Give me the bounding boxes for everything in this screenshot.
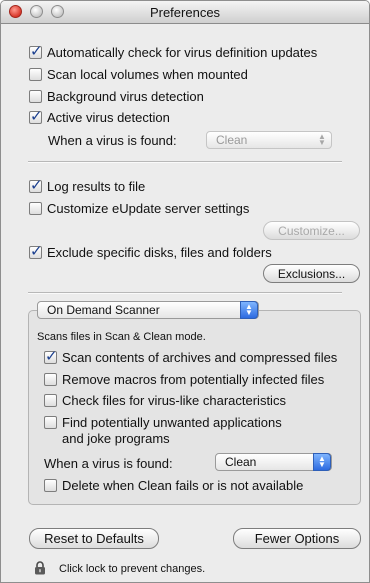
unwanted-apps-label: Find potentially unwanted applications [62,415,282,430]
background-detection-checkbox[interactable] [29,90,42,103]
exclusions-button[interactable]: Exclusions... [263,264,360,283]
customize-eupdate-option[interactable]: Customize eUpdate server settings [29,201,249,216]
auto-check-updates-option[interactable]: Automatically check for virus definition… [29,42,318,60]
background-detection-label: Background virus detection [47,89,204,104]
scan-local-volumes-option[interactable]: Scan local volumes when mounted [29,67,248,82]
popup-arrows-icon: ▲ ▼ [313,453,331,471]
virus-like-checkbox[interactable] [44,394,57,407]
scanner-found-action-popup[interactable]: Clean ▲ ▼ [215,453,332,471]
log-results-option[interactable]: Log results to file [29,176,146,194]
lock-instruction-text: Click lock to prevent changes. [59,563,206,575]
exclude-option[interactable]: Exclude specific disks, files and folder… [29,242,272,260]
window-title: Preferences [149,5,221,20]
preferences-window: Preferences Automatically check for viru… [0,0,370,583]
auto-check-updates-checkbox[interactable] [29,42,43,60]
scanner-type-popup[interactable]: On Demand Scanner ▲ ▼ [37,301,259,319]
active-detection-checkbox[interactable] [29,107,43,125]
remove-macros-checkbox[interactable] [44,373,57,386]
unwanted-apps-option[interactable]: Find potentially unwanted applications [44,415,282,430]
scan-local-volumes-label: Scan local volumes when mounted [47,67,248,82]
fewer-options-button[interactable]: Fewer Options [233,528,361,549]
scan-archives-option[interactable]: Scan contents of archives and compressed… [44,347,338,365]
scanner-found-action-value: Clean [225,455,257,469]
log-results-checkbox[interactable] [29,176,43,194]
customize-button[interactable]: Customize... [263,221,360,240]
background-detection-option[interactable]: Background virus detection [29,89,204,104]
active-detection-option[interactable]: Active virus detection [29,107,170,125]
title-bar: Preferences [1,1,369,24]
customize-eupdate-label: Customize eUpdate server settings [47,201,250,216]
scanner-type-value: On Demand Scanner [47,303,160,317]
active-found-action-popup[interactable]: Clean ▲ ▼ [206,131,332,149]
log-results-label: Log results to file [47,179,146,194]
scanner-found-label: When a virus is found: [44,456,173,471]
active-found-label: When a virus is found: [48,133,177,148]
customize-eupdate-checkbox[interactable] [29,202,42,215]
delete-when-fails-checkbox[interactable] [44,479,57,492]
separator [28,292,342,294]
active-detection-label: Active virus detection [47,110,170,125]
scan-archives-label: Scan contents of archives and compressed… [62,350,338,365]
remove-macros-option[interactable]: Remove macros from potentially infected … [44,372,324,387]
popup-arrows-icon: ▲ ▼ [318,132,326,147]
virus-like-option[interactable]: Check files for virus-like characteristi… [44,393,286,408]
auto-check-updates-label: Automatically check for virus definition… [47,45,318,60]
exclude-label: Exclude specific disks, files and folder… [47,245,272,260]
active-found-action-value: Clean [216,133,248,147]
delete-when-fails-option[interactable]: Delete when Clean fails or is not availa… [44,478,303,493]
delete-when-fails-label: Delete when Clean fails or is not availa… [62,478,304,493]
scan-archives-checkbox[interactable] [44,347,58,365]
exclude-checkbox[interactable] [29,242,43,260]
unwanted-apps-checkbox[interactable] [44,416,57,429]
unwanted-apps-label-line2: and joke programs [62,431,170,446]
virus-like-label: Check files for virus-like characteristi… [62,393,286,408]
lock-icon[interactable] [34,561,46,575]
scan-local-volumes-checkbox[interactable] [29,68,42,81]
separator [28,161,342,163]
popup-arrows-icon: ▲ ▼ [240,301,258,319]
remove-macros-label: Remove macros from potentially infected … [62,372,325,387]
reset-to-defaults-button[interactable]: Reset to Defaults [29,528,159,549]
scanner-mode-text: Scans files in Scan & Clean mode. [37,331,206,343]
